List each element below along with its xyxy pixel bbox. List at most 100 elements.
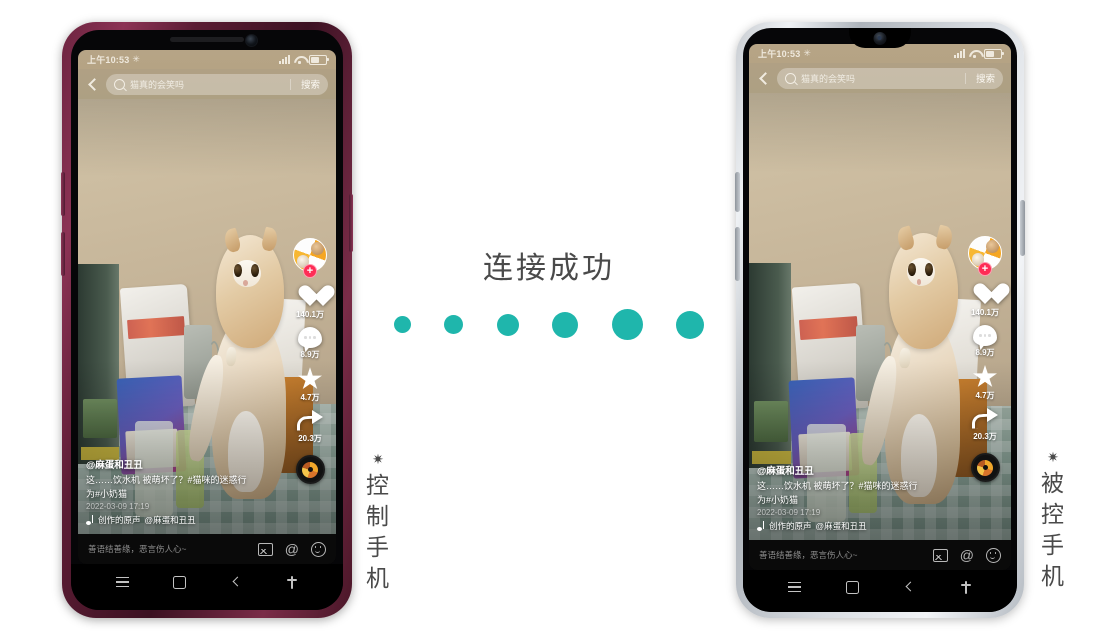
star-icon: [973, 365, 997, 387]
star-icon: [298, 367, 322, 390]
signal-icon: [279, 55, 290, 64]
accessibility-icon[interactable]: [286, 575, 298, 589]
connection-dot: [394, 316, 411, 333]
volume-up-button[interactable]: [735, 172, 740, 212]
comment-composer[interactable]: 善语结善缘，恶言伤人心~ @: [78, 534, 336, 564]
heart-icon: [972, 282, 998, 306]
like-button[interactable]: 140.1万: [296, 284, 324, 320]
connection-dot: [444, 315, 464, 334]
search-query-text: 猫真的会笑吗: [801, 73, 856, 84]
back-chevron-icon[interactable]: [757, 72, 770, 85]
accessibility-icon[interactable]: [960, 580, 972, 594]
search-button[interactable]: 搜索: [296, 77, 320, 91]
menu-icon[interactable]: [788, 582, 801, 592]
android-navbar-right: [743, 570, 1017, 612]
share-icon: [297, 410, 323, 432]
image-icon[interactable]: [932, 548, 948, 562]
search-icon: [114, 78, 125, 90]
caption-date: 2022-03-09 17:19: [86, 502, 150, 511]
comment-button[interactable]: 8.9万: [298, 327, 322, 360]
battery-icon: [309, 54, 329, 65]
author-username[interactable]: @麻蛋和丑丑: [86, 457, 284, 471]
music-disc-icon[interactable]: [295, 455, 325, 485]
favorite-button[interactable]: 4.7万: [298, 367, 323, 403]
volume-down-button[interactable]: [61, 232, 65, 276]
comment-button[interactable]: 8.9万: [973, 325, 997, 358]
volume-down-button[interactable]: [735, 227, 740, 281]
comment-icon: [298, 327, 322, 349]
connection-dots: [394, 309, 704, 340]
power-button[interactable]: [349, 194, 353, 252]
music-credit[interactable]: 创作的原声 @麻蛋和丑丑: [86, 514, 284, 526]
comment-input[interactable]: 善语结善缘，恶言伤人心~: [759, 549, 933, 561]
search-input[interactable]: 猫真的会笑吗 搜索: [106, 73, 328, 95]
follow-button[interactable]: +: [303, 264, 317, 279]
music-author: @麻蛋和丑丑: [144, 515, 196, 525]
asterisk-icon: ✷: [372, 452, 384, 468]
status-time: 上午10:53: [758, 49, 801, 59]
share-button[interactable]: 20.3万: [972, 408, 998, 442]
favorite-count: 4.7万: [300, 393, 320, 403]
music-note-icon: [757, 521, 765, 531]
search-icon: [785, 72, 796, 84]
comment-icon: [973, 325, 997, 347]
wifi-icon: [969, 49, 980, 58]
smiley-icon[interactable]: [986, 547, 1001, 563]
like-button[interactable]: 140.1万: [971, 282, 999, 318]
video-green-object: [754, 401, 789, 442]
control-phone: 上午10:53 ✳ 猫真的会笑吗 搜索 + 140.1万 8.9万 4.7万 2…: [61, 22, 353, 618]
connection-dot: [611, 309, 643, 340]
author-username[interactable]: @麻蛋和丑丑: [757, 463, 959, 477]
favorite-button[interactable]: 4.7万: [973, 365, 998, 401]
at-icon[interactable]: @: [960, 548, 974, 562]
volume-up-button[interactable]: [61, 172, 65, 216]
video-caption: @麻蛋和丑丑 这……饮水机 被萌坏了？#猫咪的迷惑行 为#小奶猫 2022-03…: [86, 457, 284, 526]
search-bar: 猫真的会笑吗 搜索: [78, 69, 336, 99]
author-avatar[interactable]: +: [293, 238, 327, 279]
connection-dot: [552, 311, 579, 338]
music-disc-icon[interactable]: [970, 453, 1000, 483]
share-button[interactable]: 20.3万: [297, 410, 323, 444]
search-query-text: 猫真的会笑吗: [130, 79, 185, 90]
search-input[interactable]: 猫真的会笑吗 搜索: [777, 67, 1003, 89]
bluetooth-icon: ✳: [132, 54, 141, 64]
author-avatar[interactable]: +: [968, 236, 1002, 277]
follow-button[interactable]: +: [978, 262, 992, 277]
comment-composer[interactable]: 善语结善缘，恶言伤人心~ @: [749, 540, 1011, 570]
back-chevron-icon[interactable]: [904, 582, 915, 593]
search-button[interactable]: 搜索: [971, 71, 995, 85]
douyin-app-right: 上午10:53 ✳ 猫真的会笑吗 搜索 + 140.1万 8.9万 4.7万 2…: [749, 44, 1011, 570]
image-icon[interactable]: [257, 542, 273, 556]
earpiece-speaker: [170, 37, 244, 42]
video-caption: @麻蛋和丑丑 这……饮水机 被萌坏了？#猫咪的迷惑行 为#小奶猫 2022-03…: [757, 463, 959, 532]
power-button[interactable]: [1020, 200, 1025, 256]
connection-title: 连接成功: [483, 251, 615, 286]
video-player[interactable]: + 140.1万 8.9万 4.7万 20.3万 @麻蛋和丑丑 这……饮水机 被…: [749, 93, 1011, 540]
back-chevron-icon[interactable]: [231, 577, 242, 588]
screenshot-canvas: 上午10:53 ✳ 猫真的会笑吗 搜索 + 140.1万 8.9万 4.7万 2…: [0, 0, 1098, 638]
control-phone-label-text: 控 制 手 机: [366, 473, 390, 592]
phone-screen-left[interactable]: 上午10:53 ✳ 猫真的会笑吗 搜索 + 140.1万 8.9万 4.7万 2…: [78, 50, 336, 564]
home-square-icon[interactable]: [173, 575, 187, 589]
caption-date: 2022-03-09 17:19: [757, 508, 821, 517]
smiley-icon[interactable]: [311, 541, 326, 557]
phone-bezel-left: 上午10:53 ✳ 猫真的会笑吗 搜索 + 140.1万 8.9万 4.7万 2…: [71, 30, 343, 610]
back-chevron-icon[interactable]: [86, 78, 99, 91]
share-icon: [972, 408, 998, 430]
front-camera-icon: [245, 34, 259, 47]
status-time: 上午10:53: [87, 55, 130, 65]
home-square-icon[interactable]: [846, 580, 859, 594]
video-player[interactable]: + 140.1万 8.9万 4.7万 20.3万 @麻蛋和丑丑 这……饮水机 被…: [78, 99, 336, 534]
phone-screen-right[interactable]: 上午10:53 ✳ 猫真的会笑吗 搜索 + 140.1万 8.9万 4.7万 2…: [749, 44, 1011, 570]
search-bar: 猫真的会笑吗 搜索: [749, 63, 1011, 93]
at-icon[interactable]: @: [285, 542, 299, 556]
favorite-count: 4.7万: [975, 391, 995, 401]
menu-icon[interactable]: [115, 577, 129, 587]
caption-line-2: 为#小奶猫: [757, 495, 799, 505]
music-credit[interactable]: 创作的原声 @麻蛋和丑丑: [757, 520, 959, 532]
android-navbar-left: [71, 564, 343, 610]
heart-icon: [297, 284, 323, 308]
video-green-object: [83, 399, 117, 439]
controlled-phone: 上午10:53 ✳ 猫真的会笑吗 搜索 + 140.1万 8.9万 4.7万 2…: [735, 22, 1025, 618]
comment-input[interactable]: 善语结善缘，恶言伤人心~: [88, 543, 258, 555]
